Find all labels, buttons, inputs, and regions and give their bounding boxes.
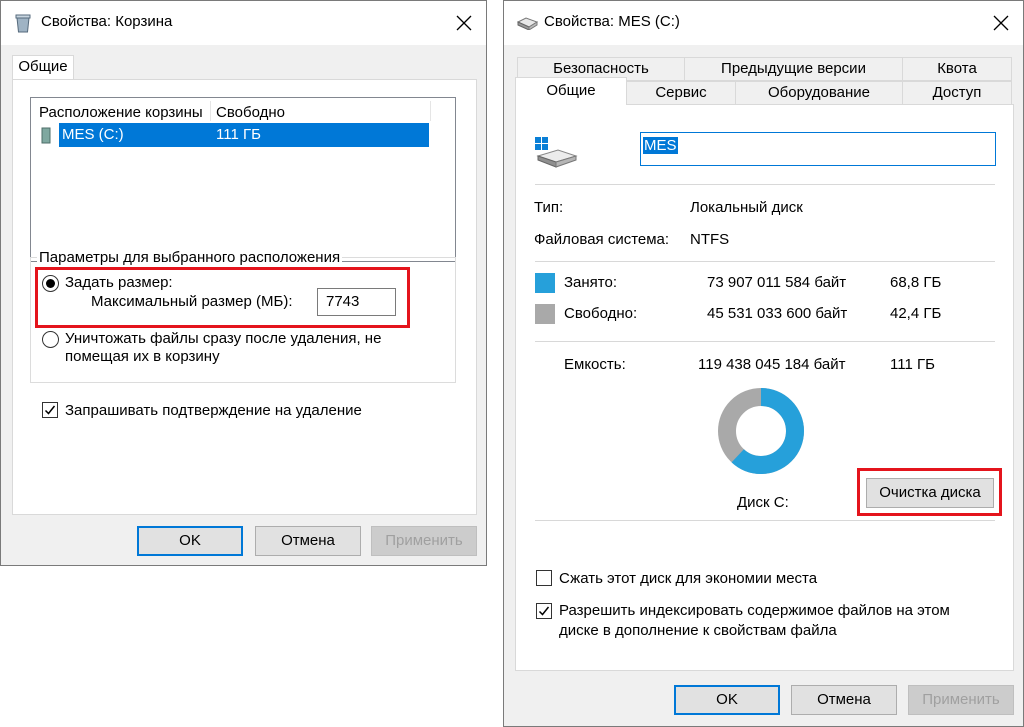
divider — [535, 261, 995, 262]
used-bytes: 73 907 011 584 байт — [707, 274, 847, 291]
used-color-swatch — [535, 273, 555, 293]
drive-icon — [534, 136, 578, 171]
title-bar: Свойства: Корзина — [1, 1, 486, 45]
column-divider — [210, 101, 211, 121]
index-label-line2: диске в дополнение к свойствам файла — [559, 622, 837, 639]
disk-cleanup-button[interactable]: Очистка диска — [866, 478, 994, 508]
drive-title-icon — [516, 16, 539, 33]
fs-label: Файловая система: — [534, 231, 670, 248]
index-label: Разрешить индексировать содержимое файло… — [559, 602, 950, 619]
drive-icon — [39, 125, 53, 148]
type-label: Тип: — [534, 199, 564, 216]
radio-delete-label: Уничтожать файлы сразу после удаления, н… — [65, 330, 382, 347]
disk-label: Диск C: — [737, 494, 789, 511]
cancel-button[interactable]: Отмена — [791, 685, 897, 715]
window-title: Свойства: Корзина — [41, 13, 173, 30]
column-header-location[interactable]: Расположение корзины — [39, 104, 203, 121]
tab-label: Безопасность — [553, 60, 649, 77]
capacity-gb: 111 ГБ — [890, 356, 935, 373]
divider — [535, 520, 995, 521]
column-divider — [430, 101, 431, 121]
list-item[interactable]: MES (C:) 111 ГБ — [59, 123, 429, 147]
radio-delete-immediately[interactable] — [42, 331, 59, 348]
tab-quota[interactable]: Квота — [902, 57, 1012, 81]
free-gb: 42,4 ГБ — [890, 305, 942, 322]
used-label: Занято: — [564, 274, 618, 291]
capacity-label: Емкость: — [564, 356, 626, 373]
free-label: Свободно: — [564, 305, 638, 322]
tab-previous-versions[interactable]: Предыдущие версии — [684, 57, 903, 81]
radio-delete-label-line2: помещая их в корзину — [65, 348, 220, 365]
list-item-free: 111 ГБ — [216, 126, 261, 143]
ok-button[interactable]: OK — [674, 685, 780, 715]
tab-sharing[interactable]: Доступ — [902, 81, 1012, 105]
apply-button[interactable]: Применить — [371, 526, 477, 556]
used-gb: 68,8 ГБ — [890, 274, 942, 291]
drive-properties-window: Свойства: MES (C:) Безопасность Предыдущ… — [503, 0, 1024, 727]
index-checkbox[interactable] — [536, 603, 552, 619]
disk-usage-donut — [718, 388, 804, 474]
group-label: Параметры для выбранного расположения — [37, 249, 343, 266]
recycle-bin-properties-window: Свойства: Корзина Общие Расположение кор… — [0, 0, 487, 566]
close-icon[interactable] — [987, 9, 1015, 37]
drive-name-value: MES — [643, 137, 678, 154]
confirm-delete-checkbox[interactable] — [42, 402, 58, 418]
drive-name-input[interactable]: MES — [640, 132, 996, 166]
tab-hardware[interactable]: Оборудование — [735, 81, 903, 105]
compress-checkbox[interactable] — [536, 570, 552, 586]
tab-label: Сервис — [655, 84, 707, 101]
check-icon — [538, 606, 550, 616]
fs-value: NTFS — [690, 231, 730, 248]
type-value: Локальный диск — [690, 199, 803, 216]
free-bytes: 45 531 033 600 байт — [707, 305, 848, 322]
column-header-free[interactable]: Свободно — [216, 104, 285, 121]
list-item-location: MES (C:) — [62, 126, 124, 143]
tab-label: Общие — [546, 82, 596, 99]
tab-label: Квота — [937, 60, 977, 77]
recycle-bin-icon — [15, 13, 31, 36]
tab-service[interactable]: Сервис — [626, 81, 736, 105]
tab-general[interactable]: Общие — [12, 55, 74, 80]
tab-general[interactable]: Общие — [515, 77, 627, 105]
compress-label: Сжать этот диск для экономии места — [559, 570, 818, 587]
highlight-box — [35, 267, 410, 328]
divider — [535, 184, 995, 185]
close-icon[interactable] — [450, 9, 478, 37]
ok-button[interactable]: OK — [137, 526, 243, 556]
confirm-delete-label: Запрашивать подтверждение на удаление — [65, 402, 362, 419]
tab-label: Общие — [18, 58, 68, 75]
check-icon — [44, 405, 56, 415]
apply-button[interactable]: Применить — [908, 685, 1014, 715]
divider — [535, 341, 995, 342]
window-title: Свойства: MES (C:) — [544, 13, 680, 30]
capacity-bytes: 119 438 045 184 байт — [698, 356, 846, 373]
tab-label: Предыдущие версии — [721, 60, 866, 77]
cancel-button[interactable]: Отмена — [255, 526, 361, 556]
location-list[interactable]: Расположение корзины Свободно MES (C:) 1… — [30, 97, 456, 262]
tab-label: Доступ — [932, 84, 982, 101]
title-bar: Свойства: MES (C:) — [504, 1, 1023, 45]
free-color-swatch — [535, 304, 555, 324]
tab-label: Оборудование — [767, 84, 871, 101]
